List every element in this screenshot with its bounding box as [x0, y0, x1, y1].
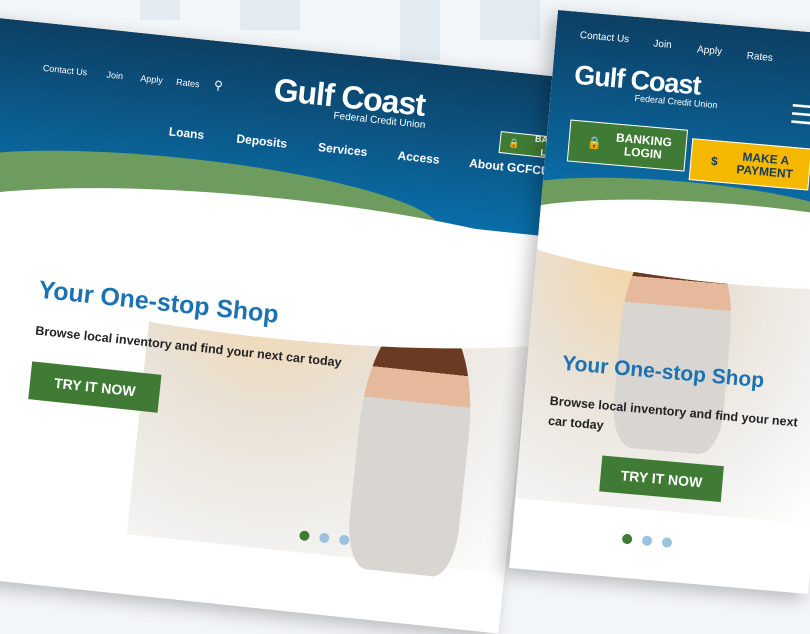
- nav-join[interactable]: Join: [106, 70, 123, 82]
- lock-icon: 🔒: [508, 137, 523, 149]
- dollar-icon: $: [710, 153, 719, 168]
- background-pattern: [140, 0, 180, 20]
- search-icon[interactable]: ⚲: [213, 78, 223, 93]
- nav-apply[interactable]: Apply: [697, 44, 723, 57]
- nav-rates[interactable]: Rates: [746, 51, 773, 64]
- hamburger-icon[interactable]: ☰: [789, 99, 810, 131]
- lock-icon: 🔒: [586, 134, 603, 150]
- background-pattern: [400, 0, 440, 60]
- mobile-site-mockup: Contact Us Join Apply Rates Gulf Coast F…: [509, 10, 810, 595]
- carousel-dot-active[interactable]: [621, 533, 633, 545]
- background-pattern: [240, 0, 300, 30]
- desktop-site-mockup: Contact Us Join Apply Rates ⚲ Gulf Coast…: [0, 16, 557, 634]
- background-pattern: [480, 0, 540, 40]
- try-it-now-button[interactable]: TRY IT NOW: [28, 361, 162, 413]
- carousel-dot[interactable]: [641, 535, 653, 547]
- carousel-dot[interactable]: [661, 537, 673, 548]
- nav-join[interactable]: Join: [653, 38, 672, 51]
